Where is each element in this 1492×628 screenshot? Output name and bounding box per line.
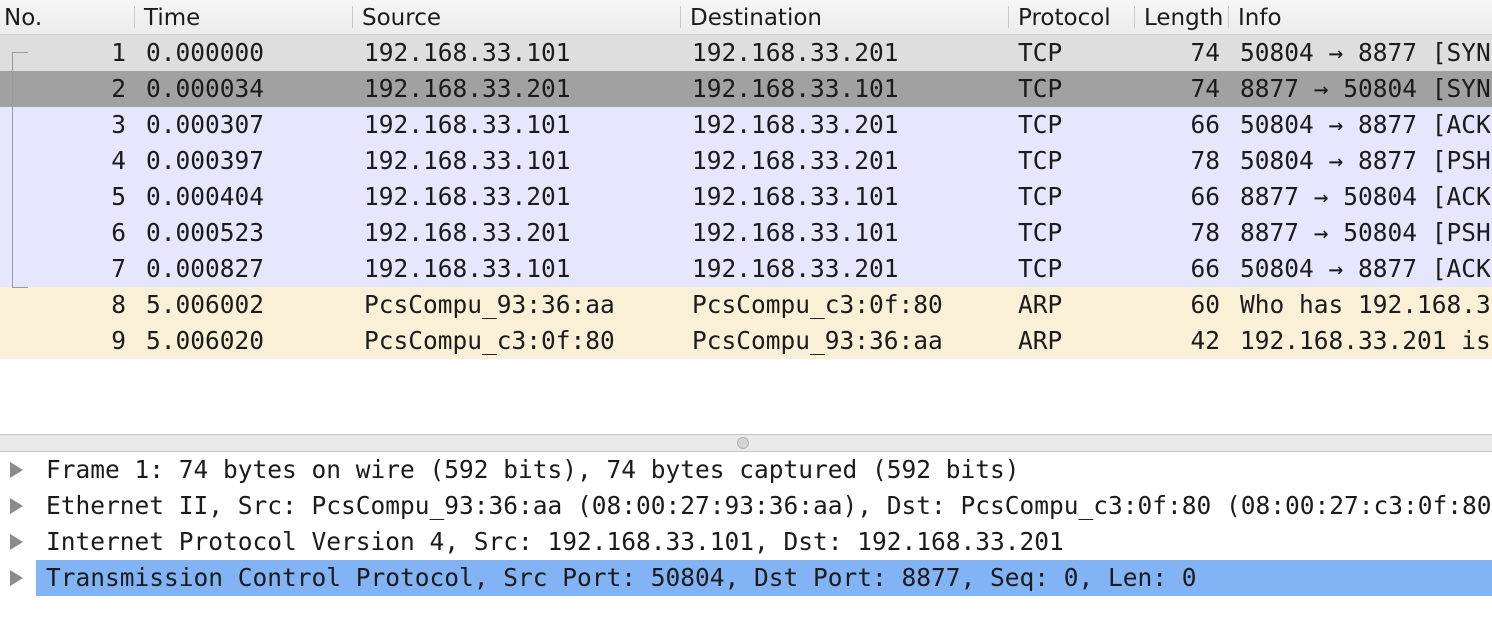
packet-row[interactable]: 8 5.006002 PcsCompu_93:36:aa PcsCompu_c3:0f… bbox=[0, 287, 1492, 323]
packet-destination: PcsCompu_c3:0f:80 bbox=[692, 290, 943, 319]
packet-length: 42 bbox=[1190, 326, 1220, 355]
packet-protocol: TCP bbox=[1018, 218, 1063, 247]
packet-list[interactable]: No. Time Source Destination Protocol Len… bbox=[0, 0, 1492, 434]
detail-text: Ethernet II, Src: PcsCompu_93:36:aa (08:… bbox=[46, 491, 1492, 520]
packet-time: 5.006020 bbox=[146, 326, 265, 355]
column-protocol[interactable]: Protocol bbox=[1014, 0, 1134, 34]
packet-length: 78 bbox=[1190, 146, 1220, 175]
packet-row[interactable]: 6 0.000523 192.168.33.201 192.168.33.101 TCP… bbox=[0, 215, 1492, 251]
column-destination[interactable]: Destination bbox=[686, 0, 1008, 34]
packet-destination: 192.168.33.201 bbox=[692, 110, 899, 139]
detail-row[interactable]: Ethernet II, Src: PcsCompu_93:36:aa (08:… bbox=[0, 488, 1492, 524]
detail-row[interactable]: Frame 1: 74 bytes on wire (592 bits), 74… bbox=[0, 452, 1492, 488]
packet-row[interactable]: 3 0.000307 192.168.33.101 192.168.33.201 TCP… bbox=[0, 107, 1492, 143]
packet-time: 5.006002 bbox=[146, 290, 265, 319]
packet-time: 0.000523 bbox=[146, 218, 265, 247]
packet-source: 192.168.33.101 bbox=[364, 38, 571, 67]
expand-arrow-icon[interactable] bbox=[10, 534, 23, 550]
detail-text: Internet Protocol Version 4, Src: 192.16… bbox=[46, 527, 1064, 556]
packet-info: 8877 → 50804 [ACK] bbox=[1240, 182, 1492, 211]
packet-time: 0.000000 bbox=[146, 38, 265, 67]
packet-info: 8877 → 50804 [PSH, ACK] bbox=[1240, 218, 1492, 247]
packet-length: 66 bbox=[1190, 254, 1220, 283]
packet-destination: 192.168.33.101 bbox=[692, 218, 899, 247]
expand-arrow-icon[interactable] bbox=[10, 462, 23, 478]
packet-time: 0.000404 bbox=[146, 182, 265, 211]
packet-info: 50804 → 8877 [PSH, ACK] bbox=[1240, 146, 1492, 175]
packet-protocol: ARP bbox=[1018, 290, 1063, 319]
packet-length: 74 bbox=[1190, 38, 1220, 67]
detail-text: Transmission Control Protocol, Src Port:… bbox=[36, 560, 1492, 596]
packet-destination: 192.168.33.101 bbox=[692, 74, 899, 103]
packet-row[interactable]: 1 0.000000 192.168.33.101 192.168.33.201 TCP… bbox=[0, 35, 1492, 71]
detail-row[interactable]: Internet Protocol Version 4, Src: 192.16… bbox=[0, 524, 1492, 560]
packet-row[interactable]: 4 0.000397 192.168.33.101 192.168.33.201 TCP… bbox=[0, 143, 1492, 179]
packet-length: 78 bbox=[1190, 218, 1220, 247]
packet-destination: 192.168.33.201 bbox=[692, 146, 899, 175]
splitter-handle[interactable] bbox=[737, 437, 749, 449]
packet-protocol: TCP bbox=[1018, 38, 1063, 67]
packet-info: 50804 → 8877 [ACK] bbox=[1240, 254, 1492, 283]
packet-destination: 192.168.33.201 bbox=[692, 38, 899, 67]
packet-destination: 192.168.33.201 bbox=[692, 254, 899, 283]
packet-destination: PcsCompu_93:36:aa bbox=[692, 326, 943, 355]
column-source[interactable]: Source bbox=[358, 0, 680, 34]
packet-protocol: TCP bbox=[1018, 146, 1063, 175]
column-length[interactable]: Length bbox=[1140, 0, 1226, 34]
packet-length: 74 bbox=[1190, 74, 1220, 103]
packet-row[interactable]: 2 0.000034 192.168.33.201 192.168.33.101 TCP… bbox=[0, 71, 1492, 107]
packet-time: 0.000397 bbox=[146, 146, 265, 175]
packet-protocol: TCP bbox=[1018, 182, 1063, 211]
packet-details[interactable]: Frame 1: 74 bytes on wire (592 bits), 74… bbox=[0, 452, 1492, 628]
packet-row[interactable]: 7 0.000827 192.168.33.101 192.168.33.201 TCP… bbox=[0, 251, 1492, 287]
expand-arrow-icon[interactable] bbox=[10, 498, 23, 514]
expand-arrow-icon[interactable] bbox=[10, 570, 23, 586]
packet-row[interactable]: 9 5.006020 PcsCompu_c3:0f:80 PcsCompu_93:36… bbox=[0, 323, 1492, 359]
packet-length: 66 bbox=[1190, 182, 1220, 211]
packet-source: 192.168.33.101 bbox=[364, 254, 571, 283]
packet-length: 66 bbox=[1190, 110, 1220, 139]
column-time[interactable]: Time bbox=[140, 0, 352, 34]
packet-number: 8 bbox=[111, 290, 126, 319]
packet-source: PcsCompu_93:36:aa bbox=[364, 290, 615, 319]
packet-source: 192.168.33.201 bbox=[364, 74, 571, 103]
packet-length: 60 bbox=[1190, 290, 1220, 319]
detail-text: Frame 1: 74 bytes on wire (592 bits), 74… bbox=[46, 455, 1020, 484]
packet-protocol: TCP bbox=[1018, 110, 1063, 139]
conversation-bracket bbox=[12, 52, 29, 288]
packet-protocol: TCP bbox=[1018, 74, 1063, 103]
packet-time: 0.000307 bbox=[146, 110, 265, 139]
column-header: No. Time Source Destination Protocol Len… bbox=[0, 0, 1492, 35]
packet-info: 50804 → 8877 [SYN] bbox=[1240, 38, 1492, 67]
packet-protocol: ARP bbox=[1018, 326, 1063, 355]
packet-info: Who has 192.168.33.201? bbox=[1240, 290, 1492, 319]
packet-info: 50804 → 8877 [ACK] bbox=[1240, 110, 1492, 139]
packet-protocol: TCP bbox=[1018, 254, 1063, 283]
packet-source: 192.168.33.201 bbox=[364, 182, 571, 211]
packet-destination: 192.168.33.101 bbox=[692, 182, 899, 211]
column-info[interactable]: Info bbox=[1234, 0, 1492, 34]
packet-time: 0.000827 bbox=[146, 254, 265, 283]
packet-info: 8877 → 50804 [SYN, ACK] bbox=[1240, 74, 1492, 103]
packet-number: 9 bbox=[111, 326, 126, 355]
packet-source: 192.168.33.101 bbox=[364, 110, 571, 139]
packet-info: 192.168.33.201 is at bbox=[1240, 326, 1492, 355]
packet-source: PcsCompu_c3:0f:80 bbox=[364, 326, 615, 355]
packet-row[interactable]: 5 0.000404 192.168.33.201 192.168.33.101 TCP… bbox=[0, 179, 1492, 215]
packet-source: 192.168.33.101 bbox=[364, 146, 571, 175]
detail-row[interactable]: Transmission Control Protocol, Src Port:… bbox=[0, 560, 1492, 596]
column-no[interactable]: No. bbox=[0, 0, 134, 34]
packet-source: 192.168.33.201 bbox=[364, 218, 571, 247]
pane-splitter[interactable] bbox=[0, 434, 1492, 452]
packet-time: 0.000034 bbox=[146, 74, 265, 103]
